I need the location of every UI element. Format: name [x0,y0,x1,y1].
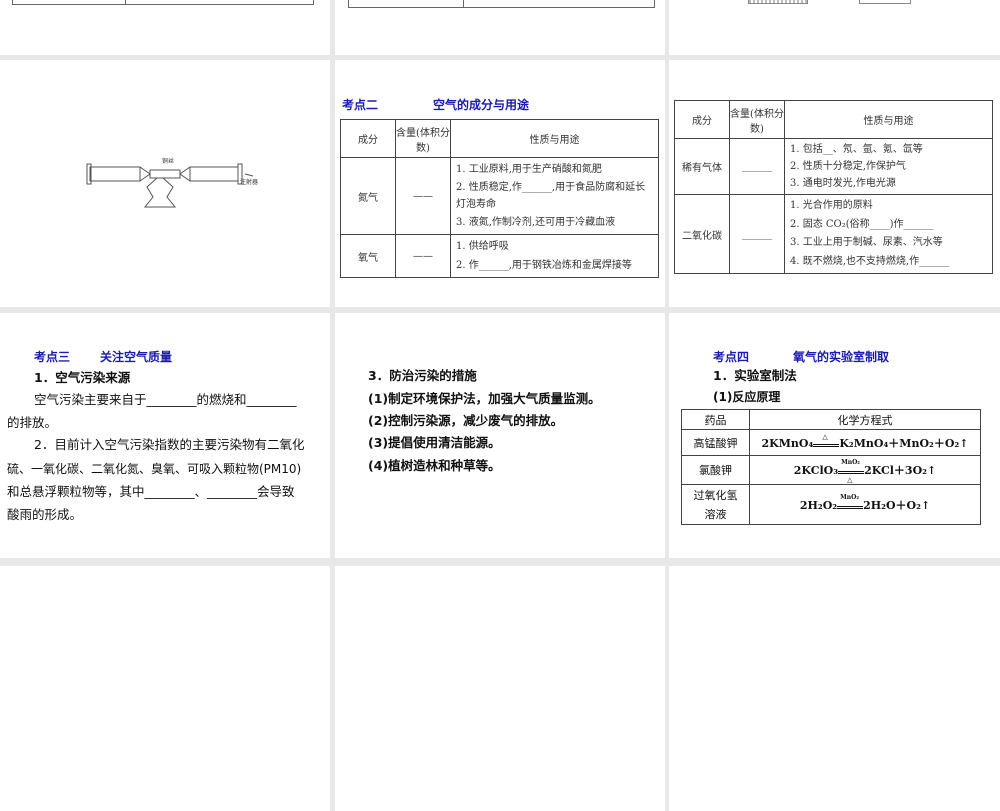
cell-equation: 2KMnO₄ △ K₂MnO₄＋MnO₂＋O₂↑ [749,429,981,456]
header-cell: 成分 [340,119,396,158]
header-cell: 药品 [681,409,750,430]
slide-thumbnail-11[interactable] [335,566,665,811]
heading-number: 考点二 [342,98,379,112]
reaction-table: 药品 化学方程式 高锰酸钾 2KMnO₄ △ K₂MnO₄＋MnO₂＋O₂↑ 氯酸钾 … [681,409,981,525]
cell-name: 二氧化碳 [674,194,730,274]
text-line: 3．防治污染的措施 [368,368,477,383]
text-line: 2．目前计入空气污染指数的主要污染物有二氧化 [34,437,305,452]
cell-uses: 1. 包括__、氖、氩、氪、氙等 2. 性质十分稳定,作保护气 3. 通电时发光,作… [784,138,993,195]
text-line: 酸雨的形成。 [7,507,83,522]
table-row: 二氧化碳 ______ 1. 光合作用的原料 2. 固态 CO₂(俗称____)作_… [674,194,993,274]
air-composition-table: 成分 含量(体积分数) 性质与用途 氮气 —— 1. 工业原料,用于生产硝酸和氮肥 2.… [340,119,659,278]
cell-name: 氮气 [340,157,396,235]
air-composition-table-cont: 成分 含量(体积分数) 性质与用途 稀有气体 ______ 1. 包括__、氖、氩、氪… [674,100,993,274]
header-cell: 性质与用途 [450,119,659,158]
cell-equation: 2KClO₃ MnO₂ △ 2KCl＋3O₂↑ [749,455,981,485]
text-line: 空气污染主要来自于________的燃烧和________ [34,392,297,407]
heading-number: 考点三 [34,350,71,364]
cell-uses: 1. 供给呼吸 2. 作______,用于钢铁冶炼和金属焊接等 [450,234,659,278]
text-line: 1．空气污染来源 [34,370,131,385]
cell-drug: 高锰酸钾 [681,429,750,456]
text-line: (1)制定环境保护法，加强大气质量监测。 [368,391,601,406]
slide-thumbnail-1[interactable] [0,0,330,55]
table-fragment [348,0,655,8]
cell-content: —— [395,234,451,278]
text-line: 1．实验室制法 [713,368,797,383]
text-line: 的排放。 [7,415,58,430]
table-fragment [12,0,314,5]
slide-thumbnail-2[interactable] [335,0,665,55]
table-row: 氧气 —— 1. 供给呼吸 2. 作______,用于钢铁冶炼和金属焊接等 [340,234,659,278]
cell-equation: 2H₂O₂ MnO₂ 2H₂O＋O₂↑ [749,484,981,525]
heading-number: 考点四 [713,350,750,364]
table-row: 过氧化氢溶液 2H₂O₂ MnO₂ 2H₂O＋O₂↑ [681,484,981,525]
header-cell: 含量(体积分数) [729,100,785,139]
slide-thumbnail-3[interactable] [669,0,1000,55]
cell-drug: 氯酸钾 [681,455,750,485]
syringe-label: 注射器 [240,179,259,186]
table-row: 高锰酸钾 2KMnO₄ △ K₂MnO₄＋MnO₂＋O₂↑ [681,429,981,456]
slide-thumbnail-5[interactable]: 考点二 空气的成分与用途 成分 含量(体积分数) 性质与用途 氮气 —— 1. 工业原… [335,60,665,307]
header-cell: 含量(体积分数) [395,119,451,158]
heading-title: 关注空气质量 [100,350,173,364]
text-line: (1)反应原理 [713,390,781,404]
copper-wire-label: 铜丝 [162,158,175,165]
cell-content: ______ [729,194,785,274]
header-cell: 性质与用途 [784,100,993,139]
heading-title: 空气的成分与用途 [433,98,530,112]
cell-content: ______ [729,138,785,195]
slide-thumbnail-8[interactable]: 3．防治污染的措施 (1)制定环境保护法，加强大气质量监测。 (2)控制污染源，… [335,313,665,558]
slide-thumbnail-9[interactable]: 考点四 氧气的实验室制取 1．实验室制法 (1)反应原理 药品 化学方程式 高锰酸… [669,313,1000,558]
slide-thumbnail-4[interactable]: 铜丝 注射器 [0,60,330,307]
text-line: 硫、一氧化碳、二氧化氮、臭氧、可吸入颗粒物(PM10) [7,462,302,476]
header-cell: 成分 [674,100,730,139]
heading-title: 氧气的实验室制取 [793,350,890,364]
text-line: (2)控制污染源，减少废气的排放。 [368,413,564,428]
table-row: 氯酸钾 2KClO₃ MnO₂ △ 2KCl＋3O₂↑ [681,455,981,485]
cell-uses: 1. 光合作用的原料 2. 固态 CO₂(俗称____)作______ 3. 工业上… [784,194,993,274]
cell-name: 氧气 [340,234,396,278]
text-line: (4)植树造林和种草等。 [368,458,501,473]
table-divider [463,0,464,8]
table-row: 氮气 —— 1. 工业原料,用于生产硝酸和氮肥 2. 性质稳定,作______,用于… [340,157,659,235]
slide-thumbnail-10[interactable] [0,566,330,811]
cell-name: 稀有气体 [674,138,730,195]
header-cell: 化学方程式 [749,409,981,430]
text-line: (3)提倡使用清洁能源。 [368,435,501,450]
apparatus-fragment [748,0,808,4]
slide-thumbnail-12[interactable] [669,566,1000,811]
cell-uses: 1. 工业原料,用于生产硝酸和氮肥 2. 性质稳定,作______,用于食品防腐和… [450,157,659,235]
apparatus-fragment [859,0,911,4]
slide-thumbnail-6[interactable]: 成分 含量(体积分数) 性质与用途 稀有气体 ______ 1. 包括__、氖、氩、氪… [669,60,1000,307]
cell-content: —— [395,157,451,235]
table-divider [125,0,126,5]
text-line: 和总悬浮颗粒物等，其中________、________会导致 [7,484,295,499]
cell-drug: 过氧化氢溶液 [681,484,750,525]
slide-thumbnail-7[interactable]: 考点三 关注空气质量 1．空气污染来源 空气污染主要来自于________的燃烧… [0,313,330,558]
table-row: 稀有气体 ______ 1. 包括__、氖、氩、氪、氙等 2. 性质十分稳定,作保护… [674,138,993,195]
